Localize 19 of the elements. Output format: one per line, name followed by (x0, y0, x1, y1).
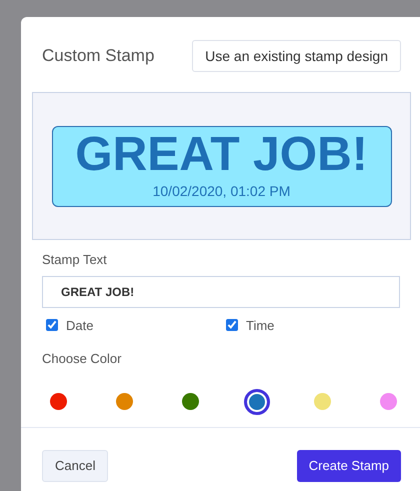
stamp-text-label: Stamp Text (42, 251, 108, 269)
option-label: Time (246, 316, 274, 334)
dialog-title: Custom Stamp (42, 45, 154, 68)
existing-design-button[interactable]: Use an existing stamp design (192, 40, 401, 72)
cancel-button[interactable]: Cancel (42, 450, 108, 482)
create-stamp-button[interactable]: Create Stamp (296, 450, 401, 482)
choose-color-label: Choose Color (42, 350, 122, 368)
checkbox[interactable] (226, 319, 238, 332)
color-swatch[interactable] (50, 393, 66, 410)
stamp-text-field[interactable]: GREAT JOB! (42, 276, 400, 308)
color-swatch[interactable] (244, 388, 270, 414)
color-swatch[interactable] (182, 393, 199, 410)
color-swatch[interactable] (314, 393, 332, 410)
color-swatch[interactable] (380, 393, 398, 410)
option-label: Date (66, 316, 94, 334)
checkbox[interactable] (46, 319, 58, 332)
color-swatch[interactable] (116, 393, 133, 410)
stamp-timestamp: 10/02/2020, 01:02 PM (152, 182, 290, 200)
stamp-text: GREAT JOB! (75, 130, 368, 178)
